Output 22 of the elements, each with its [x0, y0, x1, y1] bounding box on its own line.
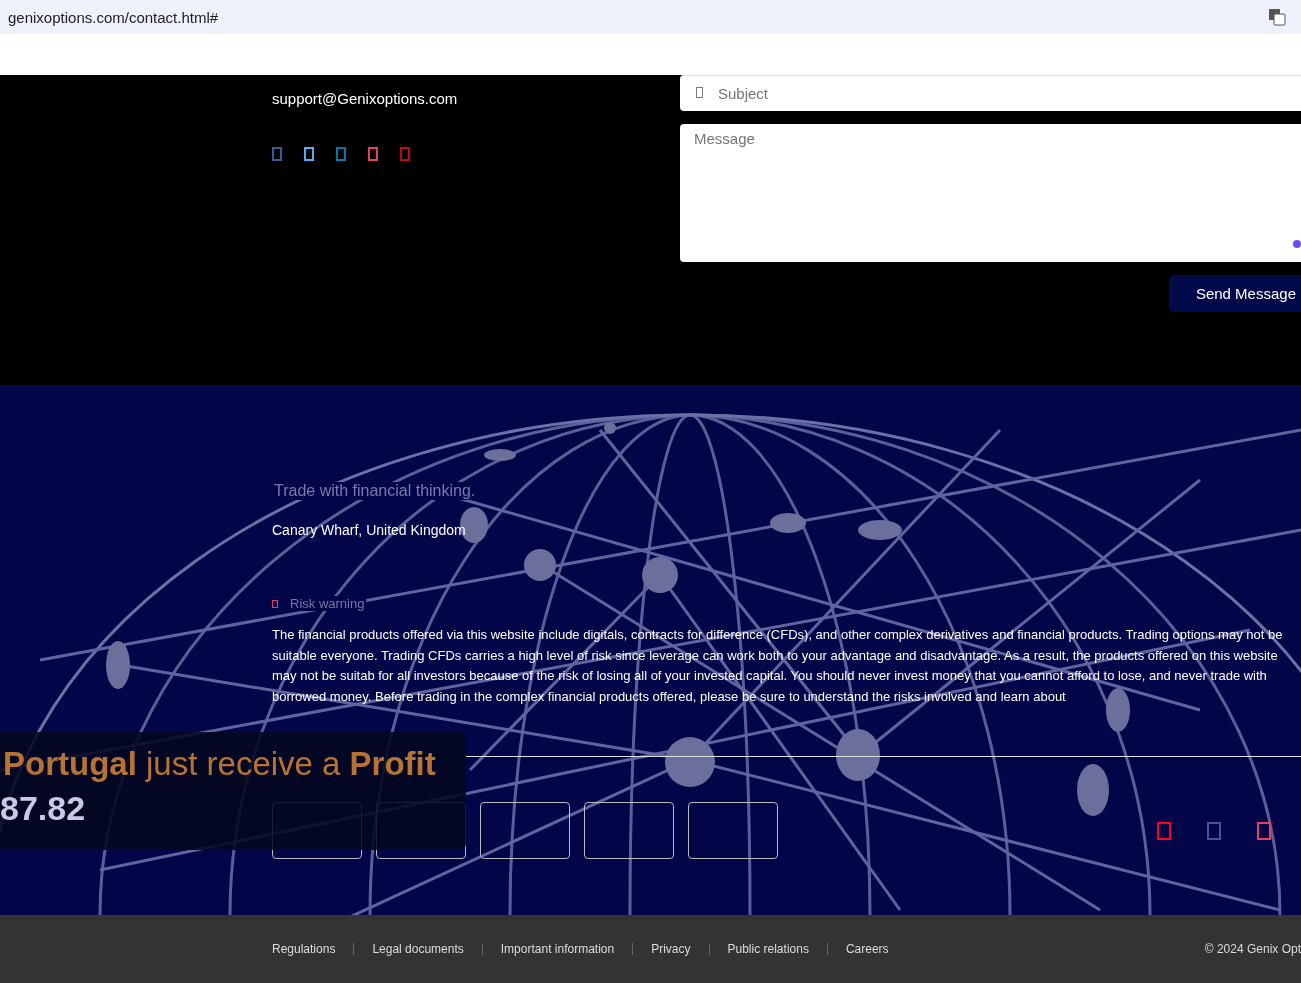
subject-field[interactable]: Subject: [680, 75, 1301, 111]
resize-dot-icon: [1293, 240, 1301, 248]
copyright-text: © 2024 Genix Opt: [1204, 942, 1301, 956]
message-field[interactable]: Message: [680, 124, 1301, 262]
footer-link[interactable]: Privacy: [651, 942, 691, 956]
profit-amount: 87.82: [0, 789, 87, 828]
url-text[interactable]: genixoptions.com/contact.html#: [8, 8, 219, 26]
empty-link-frame[interactable]: [688, 801, 778, 859]
footer-link[interactable]: Regulations: [272, 942, 336, 956]
empty-link-frame[interactable]: [480, 801, 570, 859]
empty-link-frame[interactable]: [584, 801, 674, 859]
send-message-button[interactable]: Send Message: [1168, 275, 1301, 312]
email-address: support@Genixoptions.com: [272, 90, 459, 107]
risk-warning-text: The financial products offered via this website include digitals, contracts for difference (CFDs), and other complex derivatives and financial products. Trading options may not be suitable everyone. Trading CFDs carries a high level of risk since leverage can work both to your advantage and disadvantage. As a result, the products offered on this website may not be suitab for all investors because of the risk of losing all of your invested capital. You should never invest money that you cannot afford to lose, and never trade with borrowed money. Before trading in the complex financial products offered, please be sure to understand the risks involved and learn about: [272, 626, 1284, 707]
notification-text: Portugal just receive a Profit: [3, 745, 437, 783]
translate-icon[interactable]: [1268, 8, 1286, 26]
address-text: Canary Wharf, United Kingdom: [272, 522, 467, 538]
footer-link[interactable]: Careers: [845, 942, 889, 956]
footer-link[interactable]: Public relations: [727, 942, 809, 956]
risk-warning-heading: Risk warning: [288, 596, 367, 611]
footer-link[interactable]: Legal documents: [372, 942, 464, 956]
footer-link[interactable]: Important information: [500, 942, 615, 956]
